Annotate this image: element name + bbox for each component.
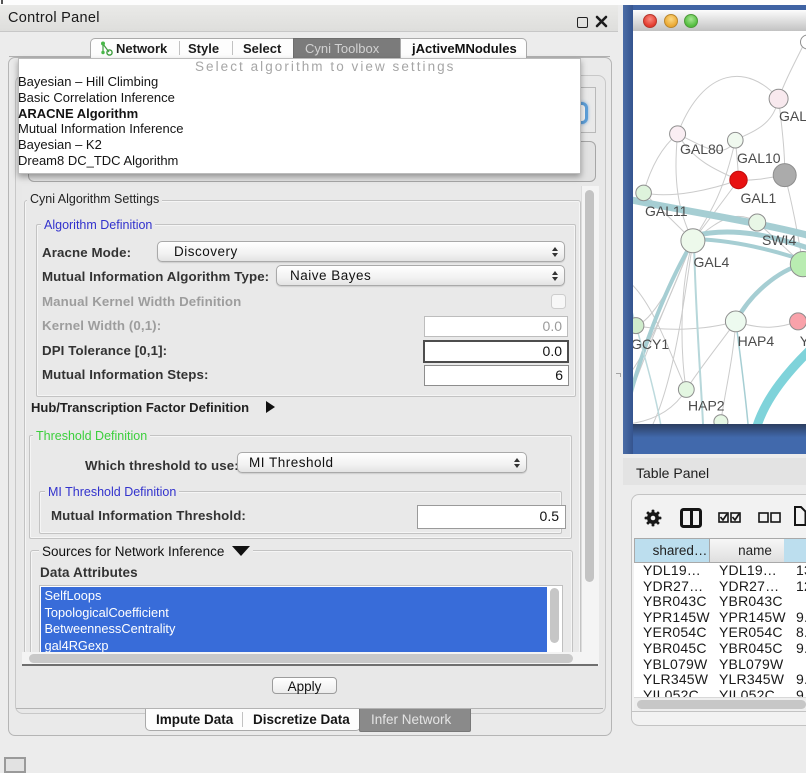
- svg-text:GAL10: GAL10: [737, 150, 781, 166]
- svg-text:GAL4: GAL4: [694, 254, 730, 270]
- svg-text:GAL11: GAL11: [645, 203, 688, 219]
- svg-text:HAP4: HAP4: [738, 333, 775, 349]
- svg-text:HAP2: HAP2: [688, 398, 725, 414]
- svg-text:GCY1: GCY1: [633, 336, 669, 352]
- svg-text:GAL1: GAL1: [741, 190, 777, 206]
- svg-text:SWI4: SWI4: [762, 232, 796, 248]
- svg-text:Y: Y: [800, 333, 806, 349]
- svg-text:GAL80: GAL80: [680, 141, 724, 157]
- svg-text:GAL7: GAL7: [779, 108, 806, 124]
